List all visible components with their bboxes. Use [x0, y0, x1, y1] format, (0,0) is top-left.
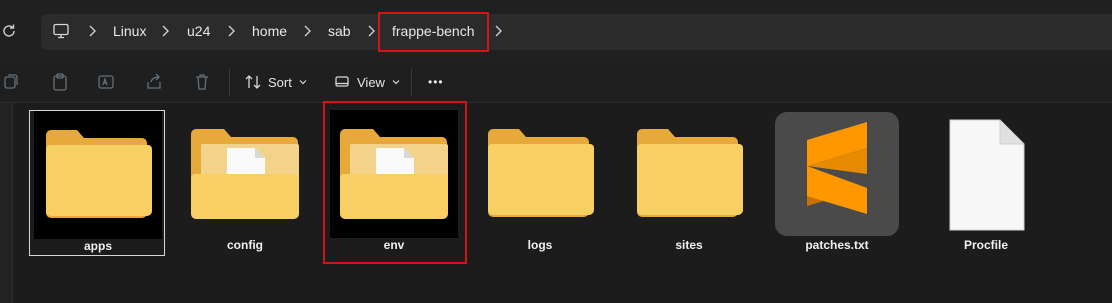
address-bar-row: Linux u24 home sab frappe-bench	[0, 0, 1112, 62]
breadcrumb-home[interactable]: home	[252, 23, 287, 39]
share-icon[interactable]	[144, 72, 164, 92]
navigation-pane-edge[interactable]	[0, 103, 13, 303]
chevron-right-icon[interactable]	[87, 24, 97, 38]
breadcrumb-u24[interactable]: u24	[187, 23, 210, 39]
item-label: patches.txt	[805, 238, 869, 252]
item-patches-txt[interactable]: patches.txt	[769, 110, 905, 256]
item-config[interactable]: config	[177, 110, 313, 256]
folder-icon	[34, 111, 162, 239]
view-icon	[335, 76, 349, 87]
item-procfile[interactable]: Procfile	[918, 110, 1054, 256]
toolbar-separator	[229, 68, 230, 96]
toolbar-divider	[0, 102, 1112, 103]
breadcrumb-sab[interactable]: sab	[328, 23, 351, 39]
computer-icon[interactable]	[52, 22, 70, 40]
item-label: logs	[527, 238, 553, 252]
folder-icon	[488, 129, 594, 217]
more-options-icon: •••	[428, 75, 444, 89]
item-highlight-box	[323, 101, 467, 264]
rename-icon[interactable]	[96, 72, 116, 92]
blank-file-icon	[949, 119, 1025, 231]
item-label: config	[227, 238, 263, 252]
toolbar-separator	[411, 68, 412, 96]
breadcrumb-highlight-box	[378, 12, 489, 52]
chevron-right-icon[interactable]	[302, 24, 312, 38]
item-apps[interactable]: apps	[29, 110, 165, 256]
chevron-right-icon[interactable]	[493, 24, 503, 38]
chevron-right-icon[interactable]	[160, 24, 170, 38]
folder-with-file-icon	[191, 129, 299, 219]
item-label: Procfile	[963, 238, 1008, 252]
chevron-right-icon[interactable]	[366, 24, 376, 38]
view-label: View	[357, 74, 385, 90]
chevron-right-icon[interactable]	[226, 24, 236, 38]
item-label: sites	[675, 238, 703, 252]
copy-icon[interactable]	[0, 72, 20, 92]
refresh-icon[interactable]	[0, 22, 18, 40]
paste-icon[interactable]	[50, 72, 70, 92]
item-label: apps	[83, 239, 112, 253]
command-bar: Sort View •••	[0, 62, 1112, 102]
chevron-down-icon	[392, 80, 400, 85]
item-sites[interactable]: sites	[621, 110, 757, 256]
chevron-down-icon	[299, 80, 307, 85]
breadcrumb-linux[interactable]: Linux	[113, 23, 146, 39]
item-logs[interactable]: logs	[472, 110, 608, 256]
sublime-text-icon	[775, 112, 899, 236]
more-options-button[interactable]: •••	[428, 70, 444, 94]
delete-icon[interactable]	[192, 72, 212, 92]
sort-icon	[245, 75, 261, 89]
sort-label: Sort	[268, 74, 292, 90]
folder-icon	[637, 129, 743, 217]
sort-button[interactable]: Sort	[244, 70, 308, 94]
view-button[interactable]: View	[333, 70, 401, 94]
